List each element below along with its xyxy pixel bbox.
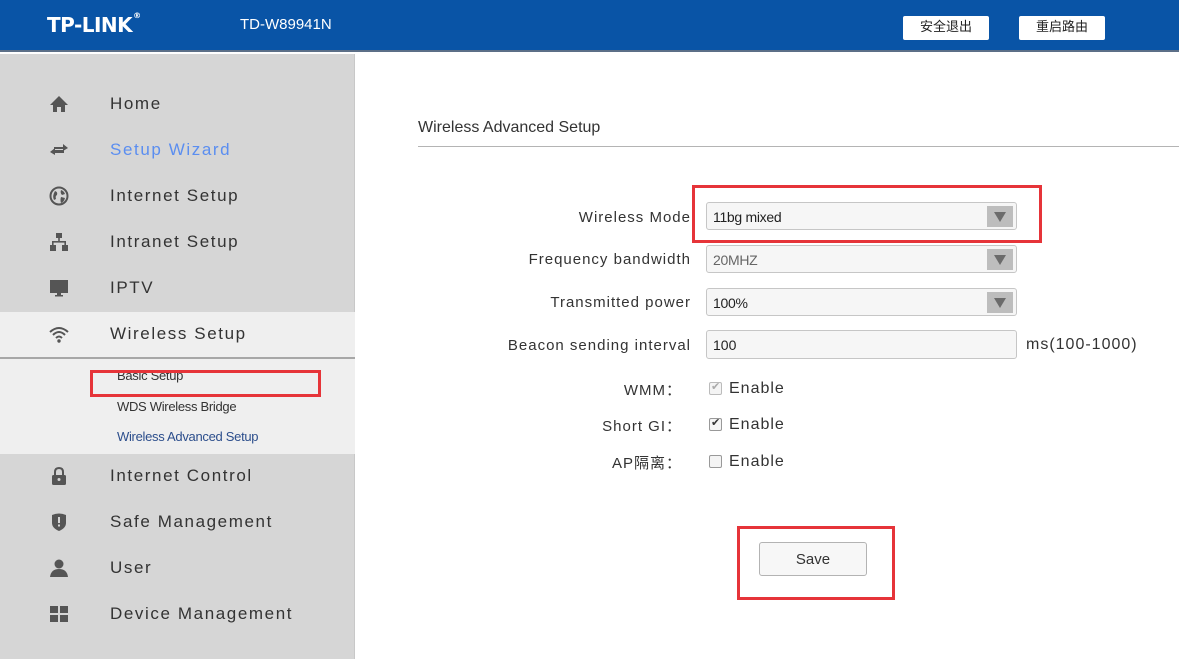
short-gi-option-label: Enable [729,416,785,433]
home-icon [49,94,69,114]
user-icon [49,558,69,578]
dropdown-arrow-icon[interactable] [987,292,1013,313]
grid-icon [49,604,69,624]
highlight-box-wireless-mode [692,185,1042,243]
tp-link-logo: TP-LINK® [47,11,141,37]
beacon-interval-label: Beacon sending interval [507,337,691,354]
sidebar-item-label: Safe Management [110,512,273,531]
title-divider [418,146,1179,147]
ap-isolation-label: AP隔离： [611,455,682,472]
network-tree-icon [49,232,69,252]
top-header: TP-LINK® TD-W89941N 安全退出 重启路由 [0,0,1179,52]
submenu-wds-wireless-bridge[interactable]: WDS Wireless Bridge [117,399,237,414]
monitor-icon [49,278,69,298]
sidebar-item-label: Internet Setup [110,186,240,205]
sidebar-item-label: IPTV [110,278,155,297]
sidebar-item-label: Wireless Setup [110,324,247,343]
sidebar-item-wireless-setup[interactable]: Wireless Setup [0,312,355,359]
brand-name: TP-LINK [47,13,133,37]
registered-mark: ® [133,11,141,20]
frequency-bandwidth-select[interactable]: 20MHZ [706,245,1017,273]
frequency-bandwidth-label: Frequency bandwidth [528,251,691,268]
shield-icon [49,512,69,532]
sidebar-item-label: Setup Wizard [110,140,232,159]
lock-icon [49,466,69,486]
sidebar: Home Setup Wizard Internet Setup Intrane… [0,54,355,659]
sidebar-item-iptv[interactable]: IPTV [0,266,355,310]
beacon-interval-input[interactable] [706,330,1017,359]
wmm-option-label: Enable [729,380,785,397]
sidebar-item-label: User [110,558,153,577]
wmm-checkbox[interactable] [709,380,722,395]
wireless-mode-label: Wireless Mode [578,209,691,226]
sidebar-item-internet-control[interactable]: Internet Control [0,454,355,498]
sidebar-item-setup-wizard[interactable]: Setup Wizard [0,128,355,172]
sidebar-item-device-management[interactable]: Device Management [0,592,355,636]
transmitted-power-value: 100% [713,295,748,311]
wifi-icon [49,324,69,344]
logout-button[interactable]: 安全退出 [903,16,989,40]
sidebar-item-intranet-setup[interactable]: Intranet Setup [0,220,355,264]
globe-icon [49,186,69,206]
sidebar-item-label: Internet Control [110,466,253,485]
model-name: TD-W89941N [240,16,332,33]
short-gi-checkbox[interactable] [709,416,722,431]
sidebar-item-user[interactable]: User [0,546,355,590]
sidebar-item-safe-management[interactable]: Safe Management [0,500,355,544]
swap-arrows-icon [49,140,69,160]
transmitted-power-select[interactable]: 100% [706,288,1017,316]
page-title: Wireless Advanced Setup [418,119,601,136]
sidebar-item-label: Intranet Setup [110,232,240,251]
dropdown-arrow-icon[interactable] [987,249,1013,270]
sidebar-item-internet-setup[interactable]: Internet Setup [0,174,355,218]
short-gi-label: Short GI： [602,418,682,435]
submenu-wireless-advanced-setup[interactable]: Wireless Advanced Setup [117,429,259,444]
reboot-button[interactable]: 重启路由 [1019,16,1105,40]
highlight-box-submenu [90,370,321,397]
beacon-interval-unit: ms(100-1000) [1026,336,1138,353]
highlight-box-save [737,526,895,600]
wmm-label: WMM： [623,382,682,399]
frequency-bandwidth-value: 20MHZ [713,252,758,268]
sidebar-item-label: Home [110,94,162,113]
ap-isolation-option-label: Enable [729,453,785,470]
ap-isolation-checkbox[interactable] [709,455,722,468]
sidebar-item-home[interactable]: Home [0,82,355,126]
sidebar-item-label: Device Management [110,604,294,623]
transmitted-power-label: Transmitted power [550,294,691,311]
